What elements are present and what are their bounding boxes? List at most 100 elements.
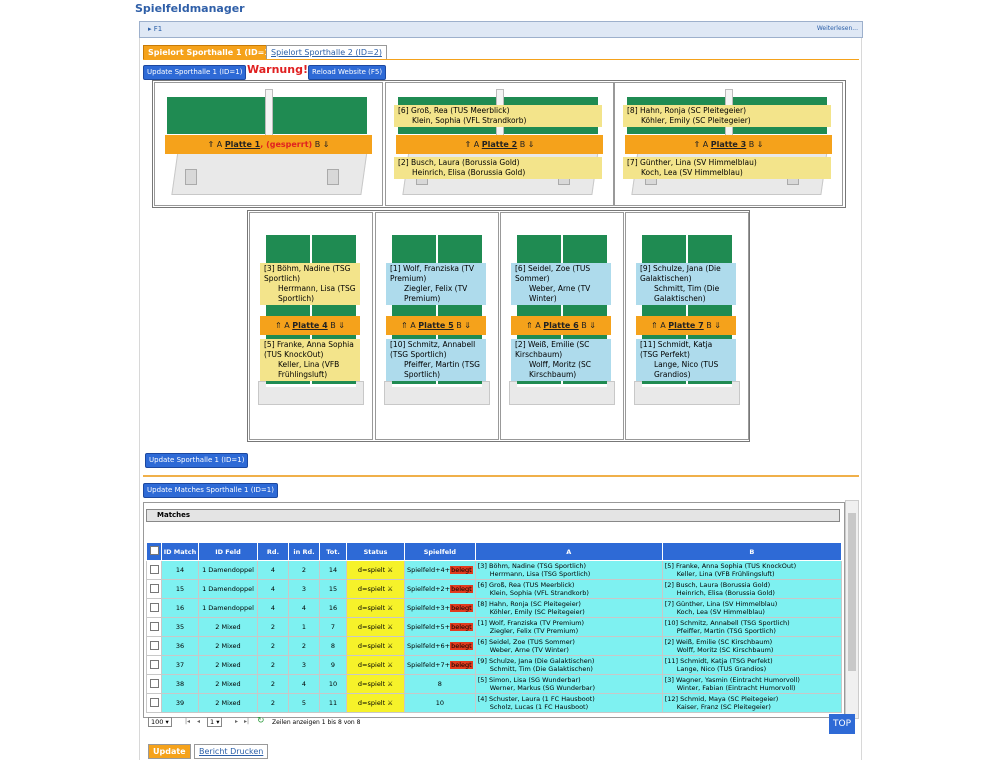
col-id-feld[interactable]: ID Feld: [198, 542, 258, 561]
row-select-cell[interactable]: [146, 598, 162, 618]
col-total[interactable]: Tot.: [319, 542, 347, 561]
table-row[interactable]: 35 2 Mixed 2 1 7 d=spielt ⚔ Spielfeld+5+belegt…: [146, 617, 843, 637]
table-label-bar[interactable]: ⇑ A Platte 3 B ⇓: [625, 135, 832, 154]
col-round[interactable]: Rd.: [257, 542, 289, 561]
cell-team-b: [12] Schmid, Maya (SC Pleitegeier) Kaiser…: [661, 693, 843, 713]
next-page-icon[interactable]: ▸: [235, 718, 238, 725]
row-checkbox[interactable]: [149, 583, 159, 593]
last-page-icon[interactable]: ▸|: [244, 718, 249, 725]
cell-id-feld: 2 Mixed: [198, 655, 258, 675]
update-hall-bottom-button[interactable]: Update Sporthalle 1 (ID=1): [145, 453, 249, 468]
cell-team-b: [2] Busch, Laura (Borussia Gold) Heinrich…: [661, 579, 843, 599]
row-checkbox[interactable]: [149, 659, 159, 669]
cell-team-a: [4] Schuster, Laura (1 FC Hausboot) Schol…: [474, 693, 663, 713]
row-checkbox[interactable]: [149, 640, 159, 650]
col-team-a[interactable]: A: [474, 542, 663, 561]
cell-id-match: 39: [161, 693, 199, 713]
row-checkbox[interactable]: [149, 621, 159, 631]
refresh-icon[interactable]: ↻: [257, 716, 265, 726]
table-name-link[interactable]: Platte 2: [482, 140, 517, 149]
cell-round: 2: [257, 617, 289, 637]
table-label-bar[interactable]: ⇑ A Platte 1, (gesperrt) B ⇓: [165, 135, 372, 154]
select-all-header[interactable]: [146, 542, 162, 561]
table-label-bar[interactable]: ⇑ A Platte 7 B ⇓: [636, 316, 736, 335]
player-name: [10] Schmitz, Annabell (TSG Sportlich): [390, 340, 476, 359]
table-label-bar[interactable]: ⇑ A Platte 5 B ⇓: [386, 316, 486, 335]
team-b-box: [2] Busch, Laura (Borussia Gold) Heinrich…: [394, 157, 602, 179]
read-more-link[interactable]: Weiterlesen...: [817, 25, 858, 32]
tab-update[interactable]: Update: [148, 744, 191, 759]
row-select-cell[interactable]: [146, 579, 162, 599]
update-hall-button[interactable]: Update Sporthalle 1 (ID=1): [143, 65, 247, 80]
cell-status: d=spielt ⚔: [346, 598, 405, 618]
col-team-b[interactable]: B: [661, 542, 843, 561]
first-page-icon[interactable]: |◂: [185, 718, 190, 725]
col-spielfeld[interactable]: Spielfeld: [404, 542, 476, 561]
table-label-bar[interactable]: ⇑ A Platte 4 B ⇓: [260, 316, 360, 335]
col-id-match[interactable]: ID Match: [161, 542, 199, 561]
table-name-link[interactable]: Platte 1: [225, 140, 260, 149]
cell-id-match: 16: [161, 598, 199, 618]
page-size-select[interactable]: 100 ▾: [148, 717, 172, 727]
tab-print-report[interactable]: Bericht Drucken: [194, 744, 269, 759]
cell-total: 8: [319, 636, 347, 656]
tab-sporthalle-2[interactable]: Spielort Sporthalle 2 (ID=2): [266, 45, 387, 60]
top-button[interactable]: TOP: [829, 714, 855, 734]
row-checkbox[interactable]: [149, 678, 159, 688]
team-a-box: [6] Seidel, Zoe (TUS Sommer) Weber, Arne …: [511, 263, 611, 305]
row-select-cell[interactable]: [146, 636, 162, 656]
table-row[interactable]: 16 1 Damendoppel 4 4 16 d=spielt ⚔ Spielfeld+3…: [146, 598, 843, 618]
cell-in-round: 4: [288, 598, 320, 618]
row-select-cell[interactable]: [146, 693, 162, 713]
reload-button[interactable]: Reload Website (F5): [308, 65, 387, 80]
team-a-arrow: ⇑ A: [275, 321, 293, 330]
col-status[interactable]: Status: [346, 542, 405, 561]
tab-sporthalle-1[interactable]: Spielort Sporthalle 1 (ID=1): [143, 45, 279, 60]
cell-total: 14: [319, 560, 347, 580]
table-row[interactable]: 15 1 Damendoppel 4 3 15 d=spielt ⚔ Spielfeld+2…: [146, 579, 843, 599]
cell-total: 11: [319, 693, 347, 713]
team-b-arrow: B ⇓: [327, 321, 345, 330]
table-label-bar[interactable]: ⇑ A Platte 6 B ⇓: [511, 316, 611, 335]
f1-panel-header[interactable]: ▸ F1 Weiterlesen...: [139, 21, 863, 38]
matches-caption: Matches: [146, 509, 840, 522]
vertical-scrollbar[interactable]: [845, 500, 859, 719]
prev-page-icon[interactable]: ◂: [197, 718, 200, 725]
player-name: Koch, Lea (SV Himmelblau): [641, 168, 743, 177]
pager: 100 ▾ |◂ ◂ 1 ▾ ▸ ▸| ↻ Zeilen anzeigen 1 …: [143, 716, 843, 730]
row-checkbox[interactable]: [149, 697, 159, 707]
update-matches-button[interactable]: Update Matches Sporthalle 1 (ID=1): [143, 483, 278, 498]
cell-id-feld: 1 Damendoppel: [198, 579, 258, 599]
table-row[interactable]: 36 2 Mixed 2 2 8 d=spielt ⚔ Spielfeld+6+belegt…: [146, 636, 843, 656]
row-checkbox[interactable]: [149, 602, 159, 612]
cell-in-round: 3: [288, 655, 320, 675]
select-all-checkbox[interactable]: [149, 546, 159, 555]
page-border-right: [861, 38, 862, 760]
scrollbar-thumb[interactable]: [848, 513, 856, 671]
cell-team-b: [11] Schmidt, Katja (TSG Perfekt) Lange, …: [661, 655, 843, 675]
row-checkbox[interactable]: [149, 564, 159, 574]
col-in-round[interactable]: in Rd.: [288, 542, 320, 561]
cell-round: 4: [257, 560, 289, 580]
table-row[interactable]: 38 2 Mixed 2 4 10 d=spielt ⚔ 8 [5] Simon, Lisa …: [146, 674, 843, 694]
team-b-box: [2] Weiß, Emilie (SC Kirschbaum) Wolff, M…: [511, 339, 611, 381]
row-select-cell[interactable]: [146, 560, 162, 580]
table-row[interactable]: 39 2 Mixed 2 5 11 d=spielt ⚔ 10 [4] Schuster, L…: [146, 693, 843, 713]
row-select-cell[interactable]: [146, 655, 162, 675]
player-name: Ziegler, Felix (TV Premium): [404, 284, 468, 303]
occupied-badge: belegt: [450, 623, 473, 631]
row-select-cell[interactable]: [146, 617, 162, 637]
cell-in-round: 2: [288, 636, 320, 656]
table-row[interactable]: 14 1 Damendoppel 4 2 14 d=spielt ⚔ Spielfeld+4…: [146, 560, 843, 580]
table-name-link[interactable]: Platte 5: [418, 321, 453, 330]
team-b-box: [7] Günther, Lina (SV Himmelblau) Koch, L…: [623, 157, 831, 179]
page-number-select[interactable]: 1 ▾: [207, 717, 223, 727]
table-label-bar[interactable]: ⇑ A Platte 2 B ⇓: [396, 135, 603, 154]
table-name-link[interactable]: Platte 4: [292, 321, 327, 330]
table-name-link[interactable]: Platte 6: [543, 321, 578, 330]
row-select-cell[interactable]: [146, 674, 162, 694]
table-name-link[interactable]: Platte 7: [668, 321, 703, 330]
table-name-link[interactable]: Platte 3: [711, 140, 746, 149]
cell-in-round: 1: [288, 617, 320, 637]
table-row[interactable]: 37 2 Mixed 2 3 9 d=spielt ⚔ Spielfeld+7+belegt…: [146, 655, 843, 675]
